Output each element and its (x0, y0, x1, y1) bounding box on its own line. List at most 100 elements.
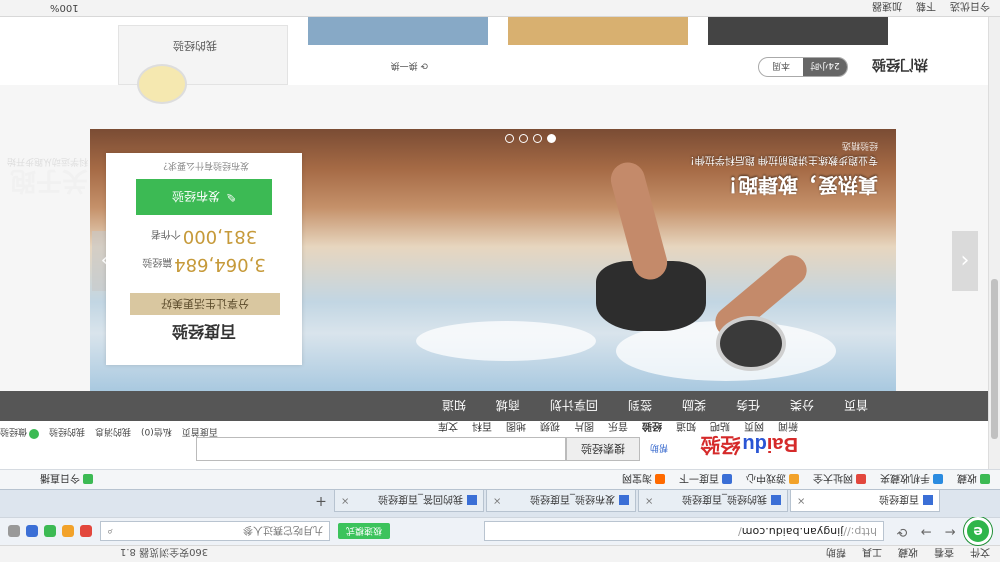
link-map[interactable]: 地图 (506, 420, 526, 435)
today-live-link[interactable]: 今日直播 (40, 472, 93, 487)
link-baike[interactable]: 百科 (472, 420, 492, 435)
menu-view[interactable]: 查看 (934, 547, 954, 562)
link-images[interactable]: 图片 (574, 420, 594, 435)
help-link[interactable]: 帮助 (650, 442, 668, 455)
browser-logo-icon[interactable]: e (964, 517, 992, 546)
link-tieba[interactable]: 贴吧 (710, 420, 730, 435)
star-icon (980, 474, 990, 485)
menu-tools[interactable]: 工具 (862, 547, 882, 562)
new-tab-button[interactable]: + (310, 490, 332, 512)
thumbnail[interactable] (308, 17, 488, 45)
extension-icon[interactable] (62, 525, 74, 538)
tab-baidu-jingyan[interactable]: 百度经验 × (790, 490, 940, 512)
close-tab-icon[interactable]: × (493, 495, 501, 506)
tab-my-experience[interactable]: 我的经验_百度经验 × (638, 490, 788, 512)
link-jingyan[interactable]: 经验 (642, 420, 662, 435)
refresh-icon[interactable]: ⟳ (892, 522, 912, 542)
status-accelerator[interactable]: 加速器 (872, 1, 902, 16)
favicon-icon (467, 495, 477, 506)
card-ribbon: 分享让生活更美好 (130, 293, 280, 315)
speed-mode-button[interactable]: 极速模式 (338, 523, 391, 540)
link-my-experience[interactable]: 我的经验 (49, 426, 85, 439)
link-messages[interactable]: 私信(0) (141, 426, 172, 439)
nav-category[interactable]: 分类 (790, 398, 814, 415)
extension-icon[interactable] (80, 525, 92, 538)
carousel-dot[interactable] (547, 134, 556, 143)
fav-item[interactable]: 收藏 (957, 472, 990, 487)
banner-headline[interactable]: 真热爱，敢肆跑！ (718, 172, 878, 201)
zoom-level[interactable]: 100% (50, 3, 79, 14)
category-nav: 首页 分类 任务 奖励 签到 回享计划 商城 知道 (0, 391, 988, 421)
close-tab-icon[interactable]: × (797, 495, 805, 506)
link-music[interactable]: 音乐 (608, 420, 628, 435)
link-my-messages[interactable]: 我的消息 (95, 426, 131, 439)
tab-my-answers[interactable]: 我的回答_百度经验 × (334, 490, 484, 512)
extension-icon[interactable] (8, 525, 20, 538)
fav-item[interactable]: 手机收藏夹 (880, 472, 943, 487)
site-search-input[interactable] (196, 437, 566, 461)
nav-home[interactable]: 首页 (844, 398, 868, 415)
menu-file[interactable]: 文件 (970, 547, 990, 562)
web-page: Baidu经验 新闻 网页 贴吧 知道 经验 音乐 图片 视频 地图 百科 文库… (0, 17, 988, 469)
url-host: jingyan.baidu.com (741, 525, 844, 538)
link-news[interactable]: 新闻 (778, 420, 798, 435)
vertical-scrollbar[interactable] (988, 17, 1000, 469)
publish-help-link[interactable]: 发布经验有什么要求？ (106, 160, 302, 173)
baidu-jingyan-logo[interactable]: Baidu经验 (700, 432, 798, 461)
link-web[interactable]: 网页 (744, 420, 764, 435)
carousel-dot[interactable] (533, 134, 542, 143)
nav-rewards[interactable]: 奖励 (682, 398, 706, 415)
carousel-prev-button[interactable]: ‹ (952, 231, 978, 291)
menu-help[interactable]: 帮助 (826, 547, 846, 562)
section-title: 热门经验 (872, 56, 928, 72)
fav-item[interactable]: 百度一下 (679, 472, 732, 487)
my-experience-label[interactable]: 我的经验 (173, 38, 217, 54)
nav-tasks[interactable]: 任务 (736, 398, 760, 415)
extension-icons (8, 525, 92, 538)
link-wenku[interactable]: 文库 (438, 420, 458, 435)
nav-zhidao[interactable]: 知道 (442, 398, 466, 415)
nav-mall[interactable]: 商城 (496, 398, 520, 415)
carousel-dot[interactable] (505, 134, 514, 143)
extension-icon[interactable] (26, 525, 38, 538)
link-zhidao[interactable]: 知道 (676, 420, 696, 435)
status-download[interactable]: 下载 (916, 1, 936, 16)
close-tab-icon[interactable]: × (645, 495, 653, 506)
link-video[interactable]: 视频 (540, 420, 560, 435)
status-bar: 今日优选 下载 加速器 100% (0, 0, 1000, 17)
product-links: 新闻 网页 贴吧 知道 经验 音乐 图片 视频 地图 百科 文库 (438, 420, 798, 435)
nav-share-plan[interactable]: 回享计划 (550, 398, 598, 415)
favorites-bar: 收藏 手机收藏夹 网址大全 游戏中心 百度一下 淘宝网 今日直播 (0, 469, 1000, 489)
forward-button[interactable]: → (916, 522, 936, 542)
search-input[interactable]: 九月吃它赛过人参 ⌕ (100, 521, 330, 542)
link-homepage[interactable]: 百度首页 (182, 426, 218, 439)
thumbnail[interactable] (708, 17, 888, 45)
scrollbar-thumb[interactable] (991, 279, 998, 439)
search-experience-button[interactable]: 搜索经验 (566, 437, 640, 461)
menu-favorites[interactable]: 收藏 (898, 547, 918, 562)
extension-icon[interactable] (44, 525, 56, 538)
url-input[interactable]: http:// jingyan.baidu.com / (484, 521, 884, 542)
favicon-icon (619, 495, 629, 506)
fav-item[interactable]: 淘宝网 (622, 472, 665, 487)
publish-experience-button[interactable]: ✎ 发布经验 (136, 179, 272, 215)
close-tab-icon[interactable]: × (341, 495, 349, 506)
nav-checkin[interactable]: 签到 (628, 398, 652, 415)
fav-item[interactable]: 网址大全 (813, 472, 866, 487)
live-icon (83, 474, 93, 485)
tab-publish-experience[interactable]: 发布经验_百度经验 × (486, 490, 636, 512)
paw-icon (722, 474, 732, 485)
back-button[interactable]: ← (940, 522, 960, 542)
search-icon[interactable]: ⌕ (107, 526, 113, 537)
toggle-week[interactable]: 本周 (759, 58, 803, 76)
toggle-24h[interactable]: 24小时 (803, 58, 847, 76)
write-experience-link[interactable]: 做经验 (0, 426, 40, 439)
fav-item[interactable]: 游戏中心 (746, 472, 799, 487)
avatar[interactable] (137, 64, 187, 104)
refresh-link[interactable]: ⟳ 换一换 (391, 60, 428, 73)
status-today-pick[interactable]: 今日优选 (950, 1, 990, 16)
cloud-shape (416, 321, 596, 361)
thumbnail[interactable] (508, 17, 688, 45)
hot-thumbnails (308, 17, 888, 45)
carousel-dot[interactable] (519, 134, 528, 143)
